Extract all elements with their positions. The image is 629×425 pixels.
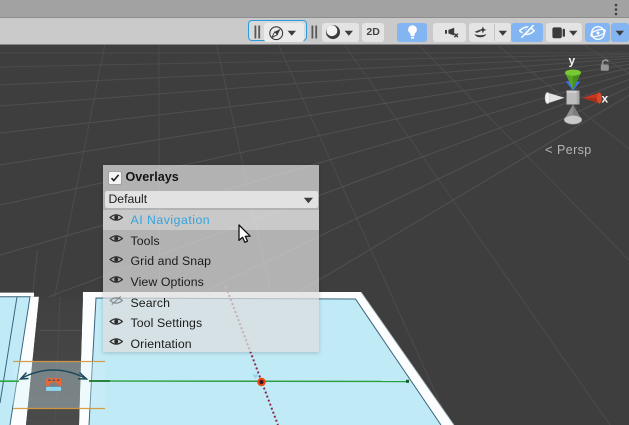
svg-text:Persp: Persp — [557, 143, 592, 157]
svg-text:<: < — [545, 142, 553, 157]
svg-text:y: y — [569, 54, 576, 68]
svg-text:x: x — [602, 92, 609, 106]
